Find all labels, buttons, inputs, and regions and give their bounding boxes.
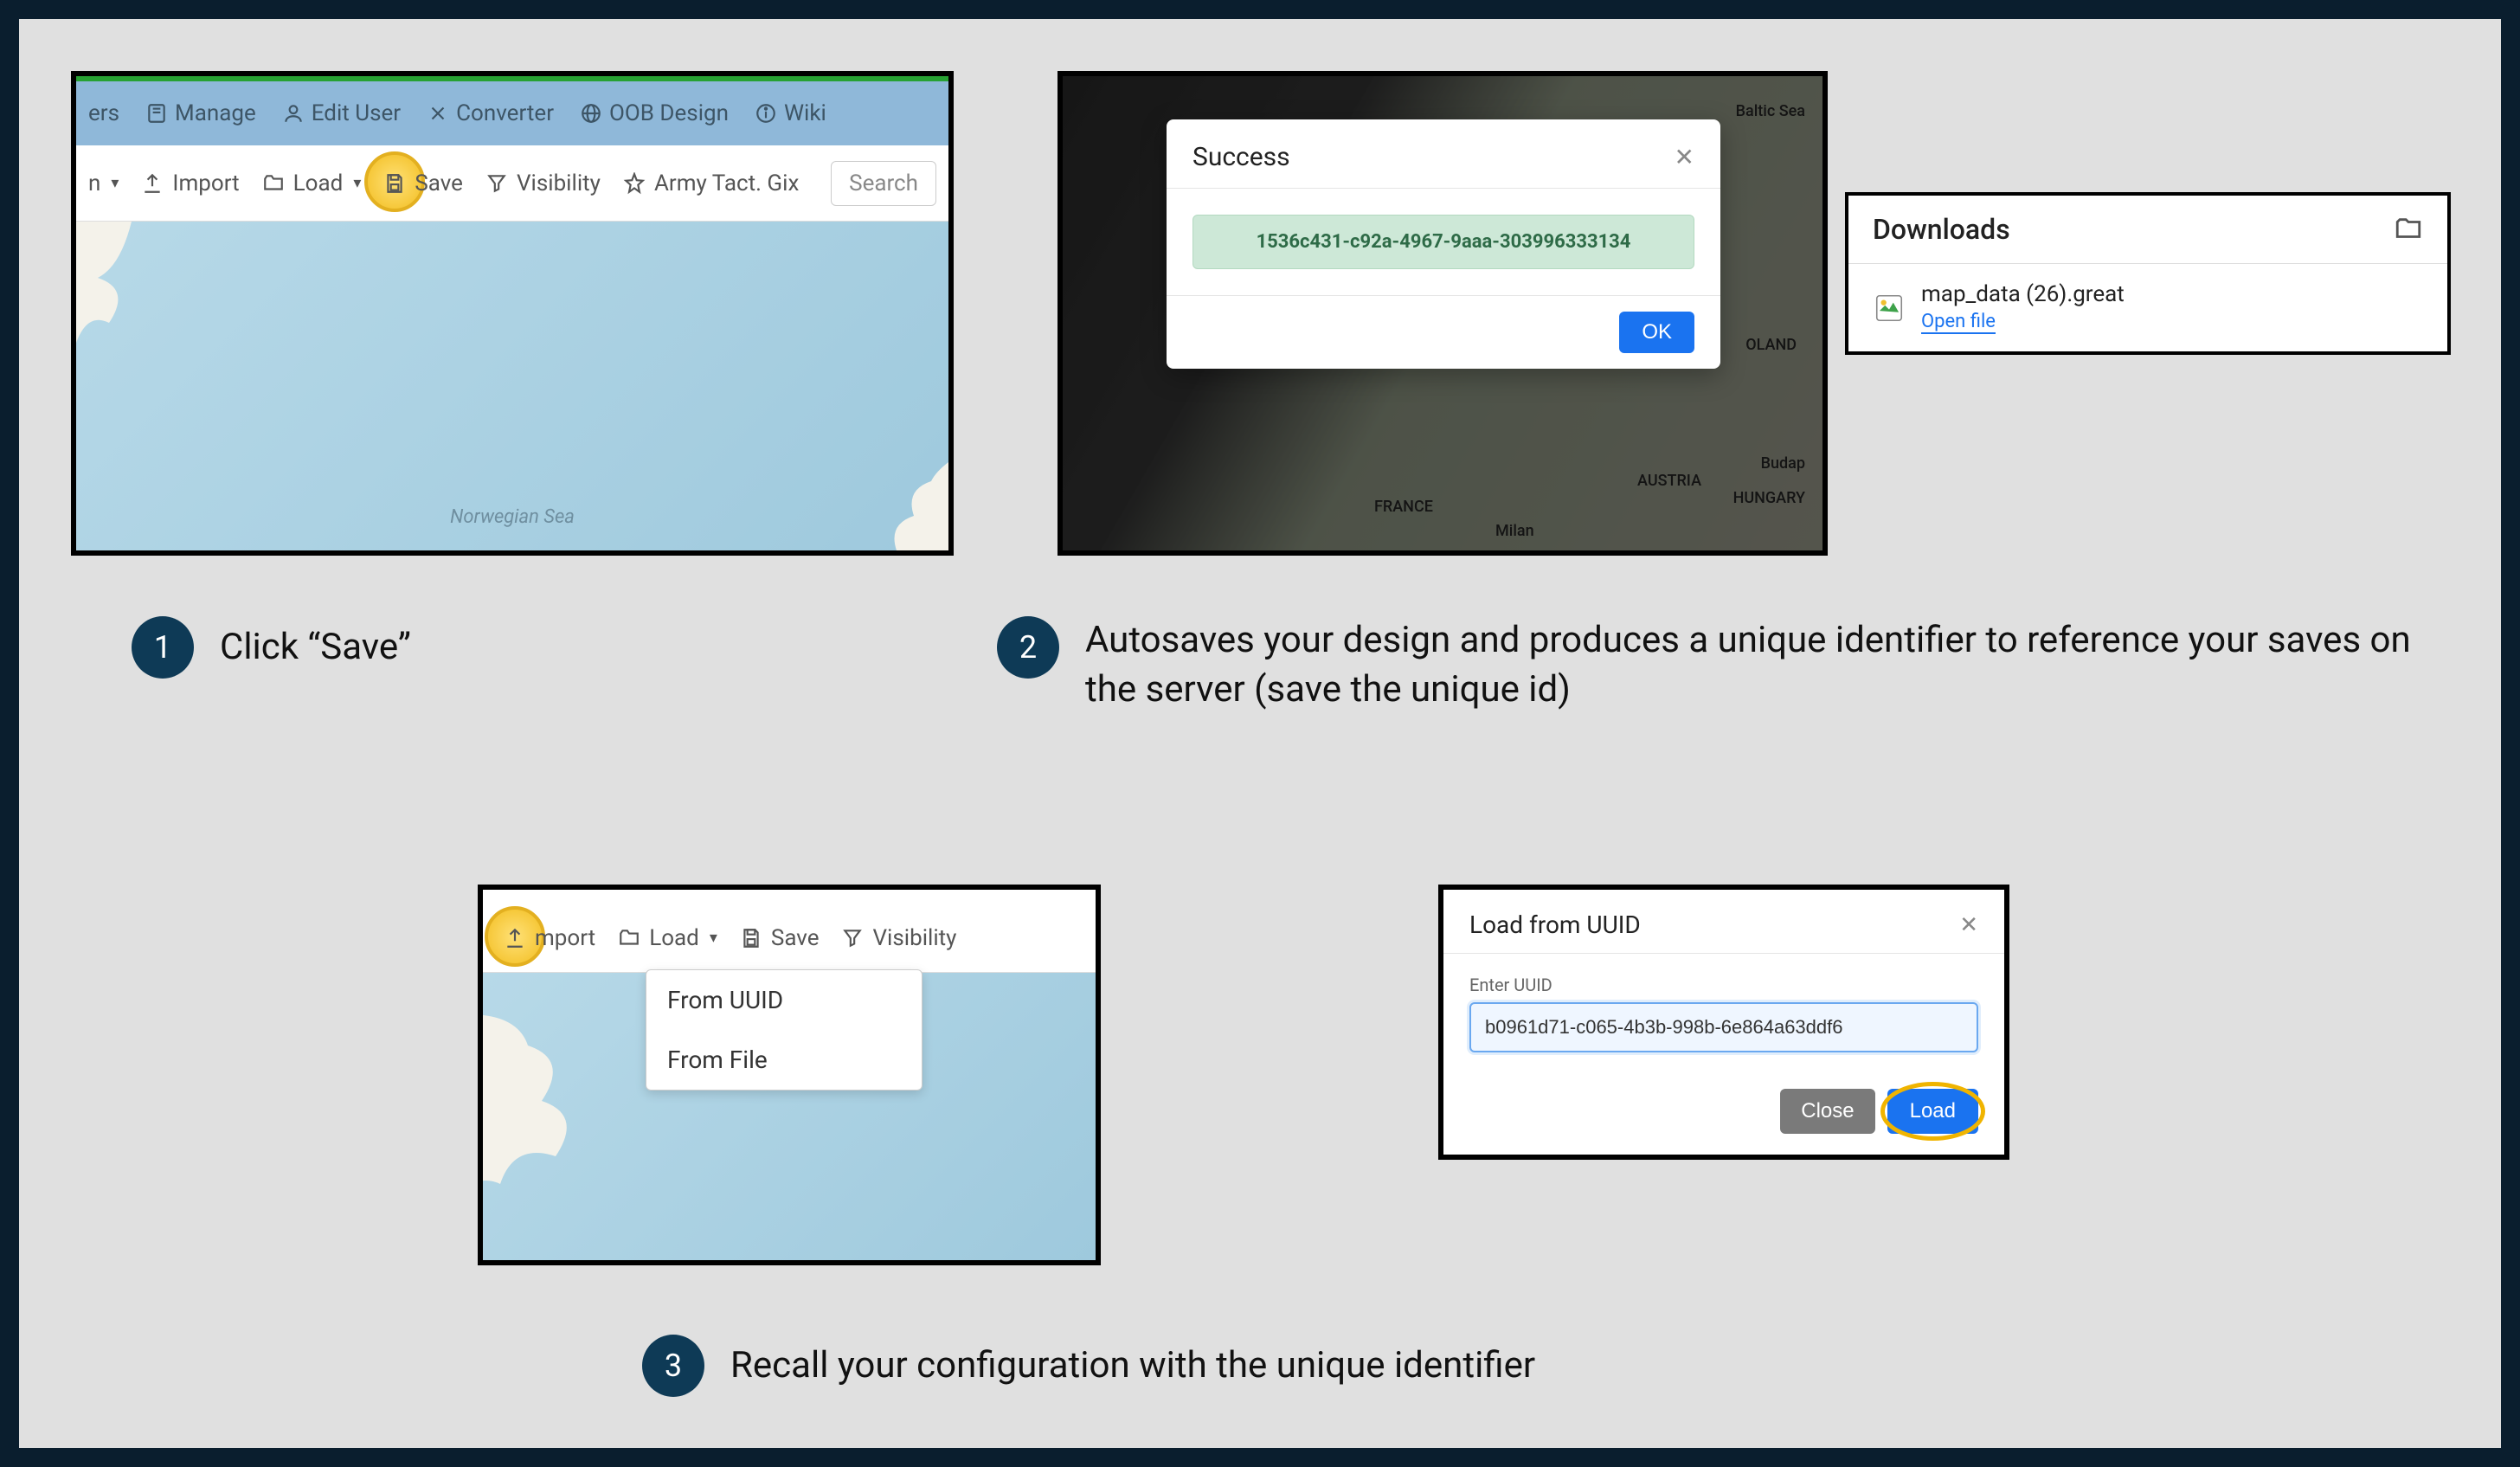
chevron-down-icon: ▾ — [111, 174, 119, 192]
step-text-3: Recall your configuration with the uniqu… — [730, 1342, 1535, 1391]
load-button[interactable]: Load — [1887, 1089, 1978, 1134]
menu-wiki[interactable]: Wiki — [755, 100, 826, 126]
toolbar-save[interactable]: Save — [740, 925, 820, 951]
map-area: Norwegian Sea — [76, 222, 948, 550]
save-icon — [740, 927, 762, 949]
ok-button[interactable]: OK — [1619, 312, 1694, 353]
filter-icon — [485, 172, 508, 195]
menu-oob-design[interactable]: OOB Design — [580, 100, 729, 126]
toolbar-dropdown-fragment[interactable]: n▾ — [88, 171, 119, 196]
menubar: ers Manage Edit User Converter OOB Desig… — [76, 81, 948, 145]
downloads-panel: Downloads map_data (26).great Open file — [1845, 192, 2451, 355]
file-meta: map_data (26).great Open file — [1921, 281, 2125, 334]
toolbar-import[interactable]: Import — [141, 171, 239, 196]
toolbar-visibility-label: Visibility — [872, 925, 956, 951]
step-1: 1 Click “Save” — [132, 616, 411, 679]
modal-title: Load from UUID — [1469, 910, 1641, 939]
modal-header: Load from UUID ✕ — [1443, 890, 2004, 954]
step-badge-2: 2 — [997, 616, 1059, 679]
toolbar-visibility[interactable]: Visibility — [841, 925, 956, 951]
close-icon[interactable]: ✕ — [1675, 143, 1694, 171]
downloads-item[interactable]: map_data (26).great Open file — [1848, 264, 2447, 351]
toolbar-load-label: Load — [293, 171, 344, 196]
menu-ers-fragment: ers — [88, 100, 119, 126]
step-badge-1: 1 — [132, 616, 194, 679]
menu-converter-label: Converter — [456, 100, 554, 126]
tools-icon — [427, 102, 449, 125]
downloads-header: Downloads — [1848, 196, 2447, 264]
menu-manage[interactable]: Manage — [145, 100, 256, 126]
menu-oob-label: OOB Design — [609, 100, 729, 126]
modal-title: Success — [1192, 142, 1290, 172]
close-button[interactable]: Close — [1780, 1089, 1874, 1134]
star-icon — [623, 172, 646, 195]
step-badge-3: 3 — [642, 1335, 704, 1397]
toolbar-load[interactable]: Load ▾ — [262, 171, 362, 196]
file-name: map_data (26).great — [1921, 281, 2125, 307]
panel-load-dropdown: mport Load ▾ Save Visibility From UUID F… — [478, 885, 1101, 1265]
toolbar-load-label: Load — [649, 925, 699, 951]
downloads-title: Downloads — [1873, 213, 2010, 246]
menu-converter[interactable]: Converter — [427, 100, 554, 126]
coastline-decoration — [801, 395, 954, 556]
step-text-2: Autosaves your design and produces a uni… — [1085, 616, 2468, 714]
load-button-label: Load — [1910, 1099, 1956, 1123]
open-file-link[interactable]: Open file — [1921, 311, 1996, 334]
toolbar-import-label: mport — [535, 925, 595, 951]
step-2: 2 Autosaves your design and produces a u… — [997, 616, 2468, 714]
whitebar — [483, 890, 1096, 904]
toolbar-visibility[interactable]: Visibility — [485, 171, 601, 196]
folder-open-icon — [262, 172, 285, 195]
modal-body: Enter UUID — [1443, 954, 2004, 1073]
panel-success-modal: Baltic Sea OLAND FRANCE HUNGARY Budap Mi… — [1058, 71, 1828, 556]
toolbar-import[interactable]: mport — [504, 925, 595, 951]
toolbar-import-label: Import — [172, 171, 239, 196]
toolbar: mport Load ▾ Save Visibility — [483, 904, 1096, 973]
input-label: Enter UUID — [1469, 975, 1978, 995]
menu-wiki-label: Wiki — [784, 100, 826, 126]
globe-icon — [580, 102, 602, 125]
dropdown-from-file[interactable]: From File — [646, 1030, 922, 1090]
user-icon — [282, 102, 305, 125]
database-icon — [145, 102, 168, 125]
modal-footer: Close Load — [1443, 1073, 2004, 1155]
step-3: 3 Recall your configuration with the uni… — [642, 1335, 1535, 1397]
toolbar-army-label: Army Tact. Gix — [654, 171, 799, 196]
menu-edit-user[interactable]: Edit User — [282, 100, 401, 126]
folder-open-icon — [618, 927, 640, 949]
file-icon — [1873, 292, 1906, 325]
success-modal: Success ✕ 1536c431-c92a-4967-9aaa-303996… — [1167, 119, 1720, 369]
uuid-result: 1536c431-c92a-4967-9aaa-303996333134 — [1192, 215, 1694, 269]
uuid-input[interactable] — [1469, 1002, 1978, 1052]
upload-icon — [141, 172, 164, 195]
chevron-down-icon: ▾ — [353, 174, 361, 192]
toolbar-visibility-label: Visibility — [517, 171, 601, 196]
panel-load-uuid-modal: Load from UUID ✕ Enter UUID Close Load — [1438, 885, 2009, 1160]
toolbar: n▾ Import Load ▾ Save Visibility — [76, 145, 948, 222]
toolbar-save-label: Save — [415, 171, 463, 196]
save-icon — [383, 172, 406, 195]
toolbar-save-label: Save — [771, 925, 820, 951]
info-icon — [755, 102, 777, 125]
search-input[interactable]: Search — [831, 161, 936, 206]
folder-icon[interactable] — [2394, 215, 2423, 244]
toolbar-army-tact[interactable]: Army Tact. Gix — [623, 171, 799, 196]
coastline-decoration — [71, 222, 267, 447]
dropdown-from-uuid[interactable]: From UUID — [646, 970, 922, 1030]
step-text-1: Click “Save” — [220, 623, 411, 672]
upload-icon — [504, 927, 526, 949]
menu-manage-label: Manage — [175, 100, 256, 126]
modal-body: 1536c431-c92a-4967-9aaa-303996333134 — [1167, 189, 1720, 295]
filter-icon — [841, 927, 864, 949]
modal-footer: OK — [1167, 295, 1720, 369]
menu-edit-user-label: Edit User — [312, 100, 401, 126]
sea-label: Norwegian Sea — [450, 506, 575, 528]
toolbar-save[interactable]: Save — [383, 171, 463, 196]
panel-save-screenshot: ers Manage Edit User Converter OOB Desig… — [71, 71, 954, 556]
modal-header: Success ✕ — [1167, 119, 1720, 189]
toolbar-load[interactable]: Load ▾ — [618, 925, 717, 951]
chevron-down-icon: ▾ — [710, 929, 717, 947]
close-icon[interactable]: ✕ — [1959, 912, 1978, 938]
load-dropdown: From UUID From File — [646, 969, 922, 1091]
